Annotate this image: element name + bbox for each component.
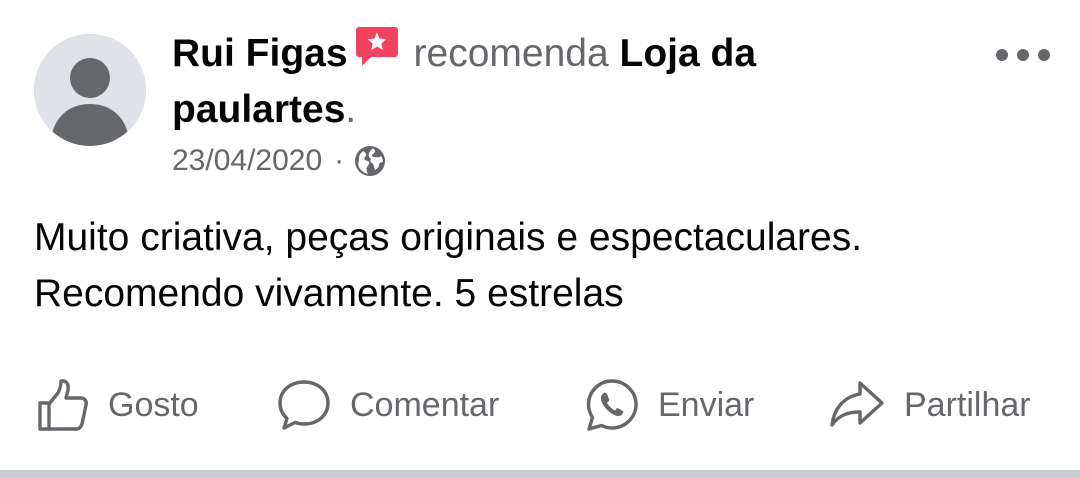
- comment-label: Comentar: [350, 385, 500, 424]
- meta-separator: ·: [334, 144, 345, 177]
- share-button[interactable]: Partilhar: [828, 372, 1031, 438]
- post-separator-bar: [0, 470, 1080, 478]
- post-date[interactable]: 23/04/2020: [172, 144, 322, 178]
- header-period: .: [345, 88, 357, 131]
- more-dot: [996, 49, 1008, 61]
- post-body: Muito criativa, peças originais e espect…: [34, 210, 1044, 322]
- more-options-button[interactable]: [996, 40, 1050, 70]
- like-label: Gosto: [108, 385, 199, 424]
- whatsapp-icon: [586, 379, 638, 431]
- author-name[interactable]: Rui Figas: [172, 32, 348, 75]
- comment-button[interactable]: Comentar: [276, 372, 499, 438]
- send-button[interactable]: Enviar: [584, 372, 754, 438]
- avatar[interactable]: [34, 34, 146, 146]
- thumbs-up-icon: [38, 379, 88, 431]
- globe-icon[interactable]: [354, 145, 386, 177]
- comment-bubble-icon: [278, 380, 330, 430]
- facebook-recommendation-post: Rui Figas recomenda Loja da paulartes. 2…: [0, 0, 1080, 478]
- recommends-verb: recomenda: [413, 32, 609, 75]
- more-dot: [1017, 49, 1029, 61]
- post-body-line: Recomendo vivamente. 5 estrelas: [34, 272, 624, 315]
- recommendation-flag-icon: [354, 24, 400, 70]
- more-dot: [1038, 49, 1050, 61]
- send-label: Enviar: [658, 385, 755, 424]
- action-bar: Gosto Comentar Enviar Partilhar: [0, 372, 1080, 438]
- post-header: Rui Figas recomenda Loja da paulartes.: [172, 24, 872, 138]
- like-button[interactable]: Gosto: [36, 372, 199, 438]
- post-meta: 23/04/2020 ·: [172, 140, 386, 182]
- default-profile-icon: [34, 34, 146, 146]
- share-arrow-icon: [830, 381, 884, 427]
- share-label: Partilhar: [904, 385, 1031, 424]
- post-body-line: Muito criativa, peças originais e espect…: [34, 216, 863, 259]
